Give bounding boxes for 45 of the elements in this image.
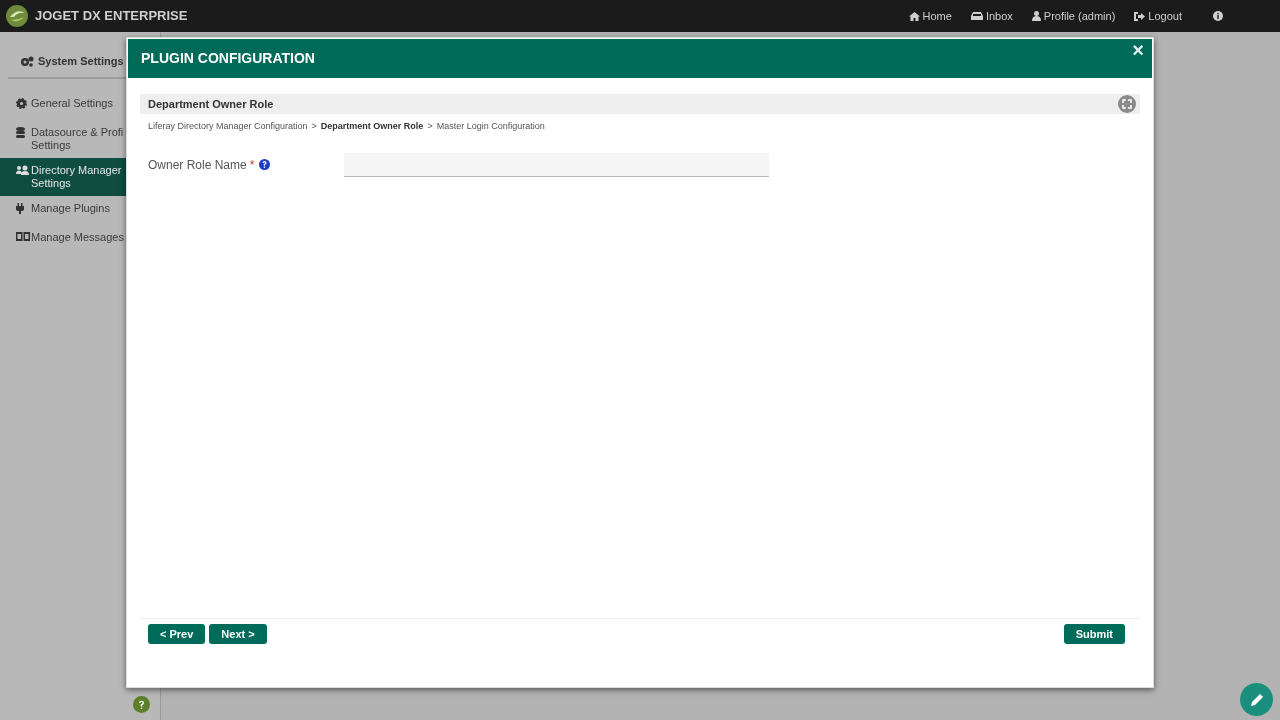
- sidebar-title: System Settings: [38, 53, 124, 69]
- nav-link[interactable]: Profile (admin): [1043, 7, 1116, 25]
- item-label: Settings: [31, 177, 72, 190]
- sidebar-item[interactable]: Manage Messages: [0, 225, 160, 254]
- input-field[interactable]: [344, 152, 769, 177]
- users-icon: [16, 165, 30, 175]
- required-marker: *: [249, 158, 255, 171]
- breadcrumb-separator: >: [311, 120, 317, 133]
- database-icon: [16, 127, 25, 138]
- item-label: Settings: [31, 139, 72, 152]
- fullscreen-icon[interactable]: [1118, 95, 1136, 113]
- close-button[interactable]: ×: [1132, 39, 1144, 61]
- gear-icon: [16, 98, 27, 109]
- item-label: General Settings: [31, 97, 113, 110]
- edit-button[interactable]: [1240, 683, 1273, 716]
- nav-link[interactable]: Logout: [1148, 7, 1182, 25]
- sidebar-item[interactable]: Manage Plugins: [0, 196, 160, 225]
- dialog-title: PLUGIN CONFIGURATION: [141, 49, 315, 68]
- plug-icon: [16, 203, 24, 214]
- user-icon: [1031, 11, 1041, 21]
- breadcrumb-separator: >: [427, 120, 433, 133]
- help-icon[interactable]: [259, 159, 271, 170]
- item-label: Directory Manager: [31, 164, 122, 177]
- inbox-icon: [970, 12, 983, 20]
- action-button[interactable]: Next >: [209, 624, 267, 644]
- brand-name: JOGET DX ENTERPRISE: [35, 7, 188, 26]
- section-title: Department Owner Role: [148, 96, 274, 112]
- gears-icon: [20, 55, 34, 67]
- breadcrumb-item: Department Owner Role: [320, 120, 424, 133]
- nav-link[interactable]: Home: [922, 7, 952, 25]
- breadcrumb-item: Master Login Configuration: [436, 120, 545, 133]
- action-button[interactable]: < Prev: [148, 624, 206, 644]
- pencil-icon: [1248, 691, 1265, 708]
- logout-icon: [1134, 11, 1146, 21]
- home-icon: [908, 11, 920, 21]
- info-icon[interactable]: [1213, 11, 1223, 21]
- nav-link[interactable]: Inbox: [985, 7, 1013, 25]
- item-label: Manage Plugins: [31, 202, 110, 215]
- breadcrumb-item: Liferay Directory Manager Configuration: [148, 120, 308, 133]
- item-label: Datasource & Profi: [31, 126, 124, 139]
- messages-icon: [16, 232, 30, 241]
- item-label: Manage Messages: [31, 231, 124, 244]
- action-button[interactable]: Submit: [1063, 624, 1125, 644]
- question-icon: [138, 699, 145, 710]
- logo-icon: [5, 4, 29, 28]
